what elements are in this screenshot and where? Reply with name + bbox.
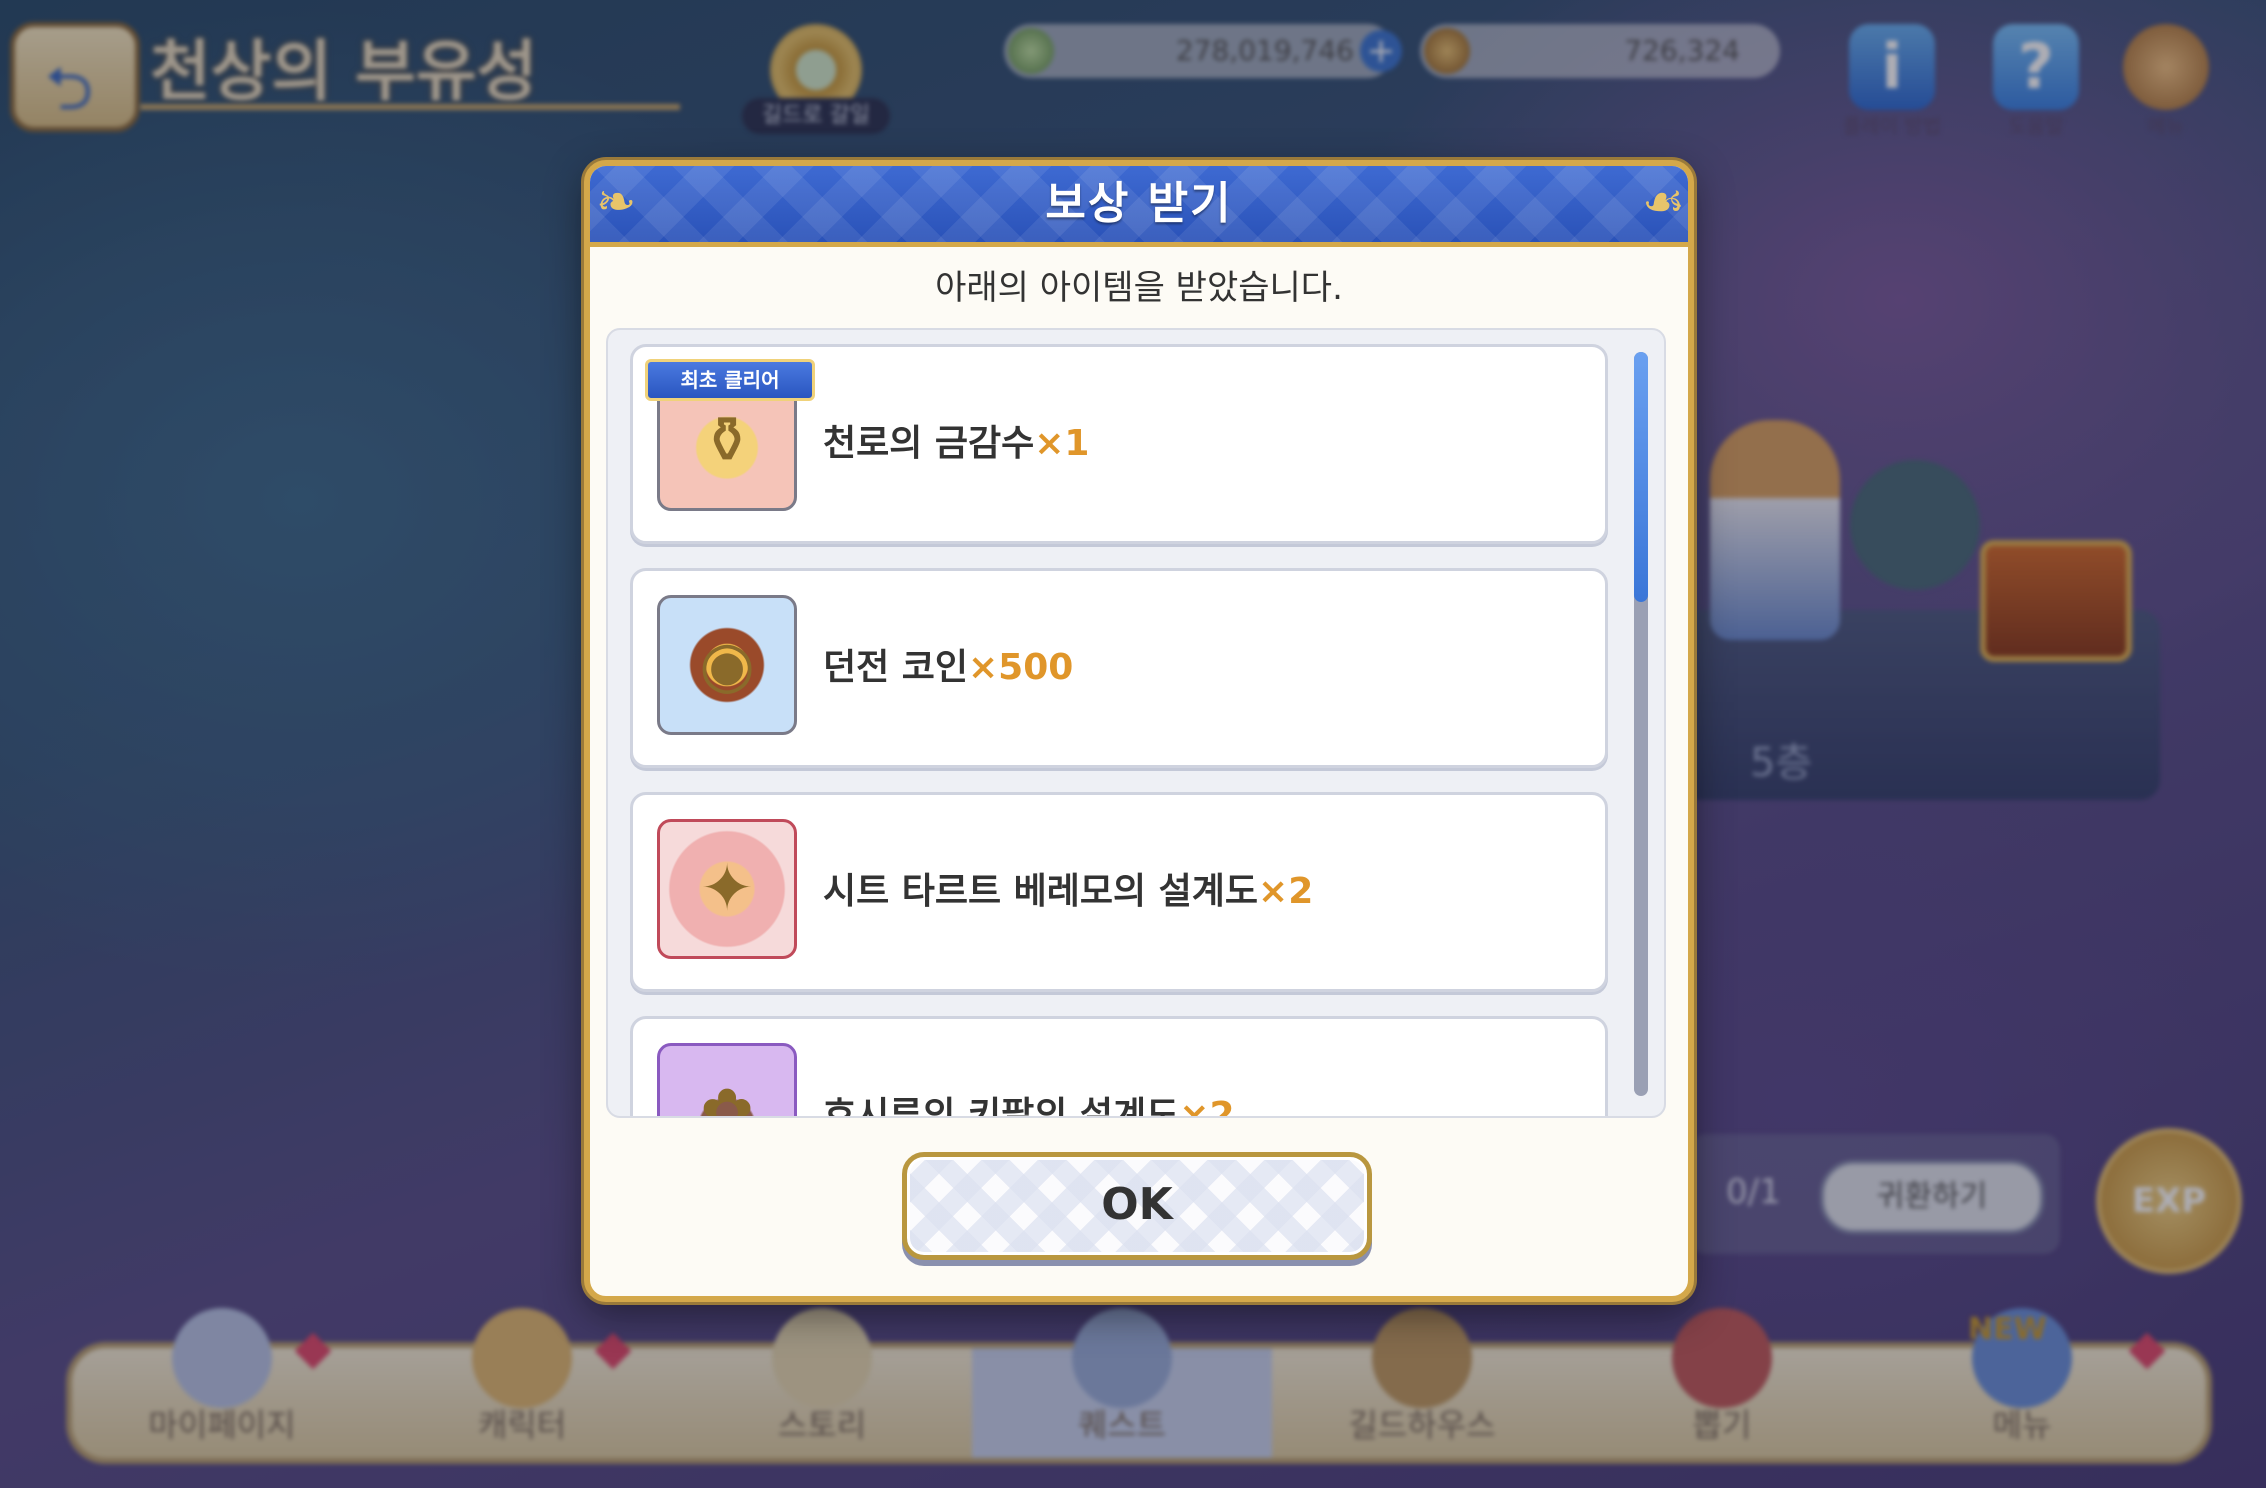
reward-dialog: ❧ 보상 받기 ☙ 아래의 아이템을 받았습니다. 최초 클리어 ⚱ 천로의 금… xyxy=(584,160,1694,1302)
reward-list[interactable]: 최초 클리어 ⚱ 천로의 금감수×1 ◉ 던전 코인×500 ✦ 시트 타르트 … xyxy=(606,328,1666,1118)
ok-button[interactable]: OK xyxy=(902,1152,1372,1260)
dialog-subtitle: 아래의 아이템을 받았습니다. xyxy=(935,268,1343,308)
reward-item: ✿ 호시루의 키팔의 설계도×2 xyxy=(630,1016,1608,1118)
first-clear-badge: 최초 클리어 xyxy=(645,359,815,401)
corner-ornament-icon: ☙ xyxy=(1642,174,1686,230)
reward-list-content: 최초 클리어 ⚱ 천로의 금감수×1 ◉ 던전 코인×500 ✦ 시트 타르트 … xyxy=(630,344,1608,1118)
reward-item-name: 던전 코인 xyxy=(823,647,969,688)
reward-list-scrollbar[interactable] xyxy=(1634,352,1648,1096)
reward-item-label: 던전 코인×500 xyxy=(823,571,1073,765)
reward-item-qty: ×2 xyxy=(1258,871,1314,912)
reward-item-name: 시트 타르트 베레모의 설계도 xyxy=(823,871,1259,912)
reward-item-label: 시트 타르트 베레모의 설계도×2 xyxy=(823,795,1313,989)
scrollbar-thumb[interactable] xyxy=(1634,352,1648,602)
reward-item-qty: ×1 xyxy=(1034,423,1090,464)
reward-item-label: 천로의 금감수×1 xyxy=(823,347,1089,541)
blueprint-glyph-icon: ✿ xyxy=(700,1076,754,1118)
reward-item: ✦ 시트 타르트 베레모의 설계도×2 xyxy=(630,792,1608,992)
dialog-title: 보상 받기 xyxy=(1045,178,1233,229)
tart-glyph-icon: ✦ xyxy=(700,852,754,926)
dialog-header: ❧ 보상 받기 ☙ xyxy=(590,166,1688,247)
reward-item-qty: ×500 xyxy=(968,647,1074,688)
reward-item-name: 호시루의 키팔의 설계도 xyxy=(823,1095,1180,1118)
reward-item: ◉ 던전 코인×500 xyxy=(630,568,1608,768)
lion-coin-glyph-icon: ◉ xyxy=(699,628,755,702)
reward-item-name: 천로의 금감수 xyxy=(823,423,1035,464)
blueprint-icon[interactable]: ✿ xyxy=(657,1043,797,1118)
reward-item-label: 호시루의 키팔의 설계도×2 xyxy=(823,1019,1235,1118)
reward-item-qty: ×2 xyxy=(1179,1095,1235,1118)
tart-blueprint-icon[interactable]: ✦ xyxy=(657,819,797,959)
reward-item: 최초 클리어 ⚱ 천로의 금감수×1 xyxy=(630,344,1608,544)
dungeon-coin-icon[interactable]: ◉ xyxy=(657,595,797,735)
